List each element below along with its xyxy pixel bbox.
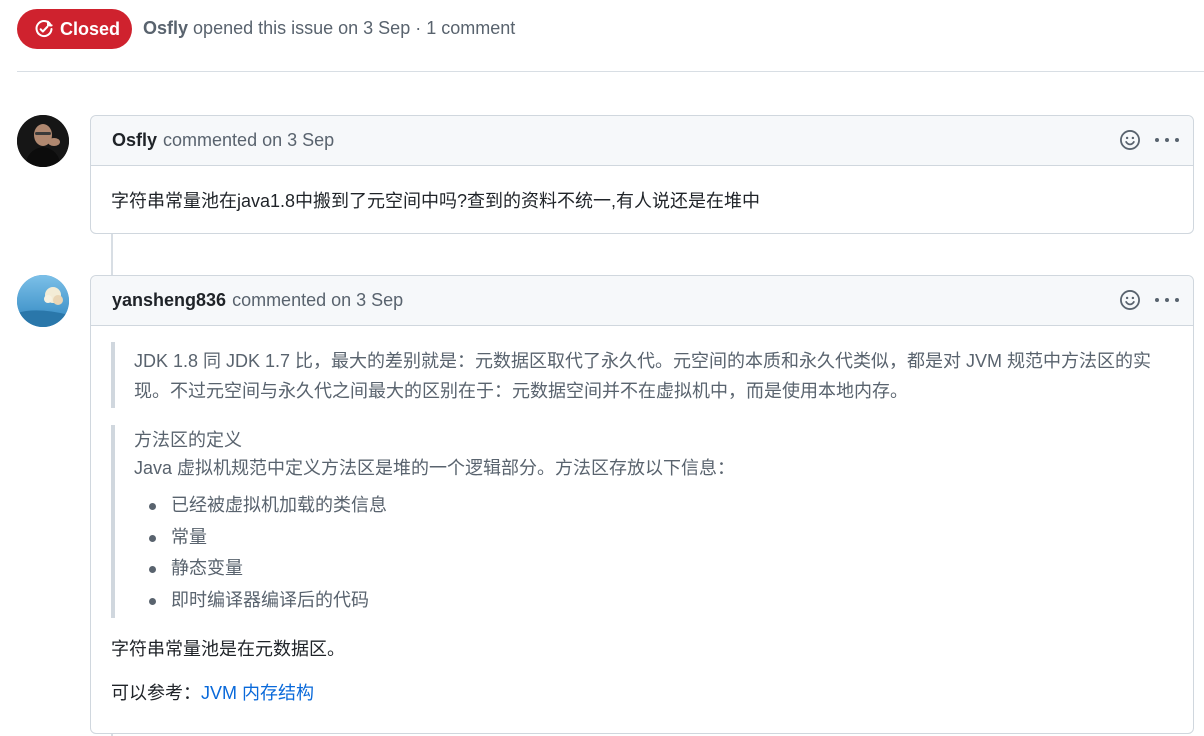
issue-author-link[interactable]: Osfly bbox=[143, 18, 188, 38]
comment-box: yansheng836 commented on 3 Sep JDK 1.8 同… bbox=[90, 275, 1194, 734]
avatar[interactable] bbox=[17, 115, 69, 167]
comment-timestamp[interactable]: commented on 3 Sep bbox=[232, 290, 403, 311]
blockquote: JDK 1.8 同 JDK 1.7 比，最大的差别就是：元数据区取代了永久代。元… bbox=[111, 342, 1173, 408]
issue-closed-icon bbox=[34, 19, 54, 39]
comment-author-link[interactable]: yansheng836 bbox=[112, 290, 226, 311]
quote-text: JDK 1.8 同 JDK 1.7 比，最大的差别就是：元数据区取代了永久代。元… bbox=[134, 351, 1152, 401]
quote-title: 方法区的定义 bbox=[134, 430, 242, 450]
kebab-horizontal-icon[interactable] bbox=[1155, 289, 1179, 311]
timeline-connector bbox=[111, 234, 113, 276]
comment-box: Osfly commented on 3 Sep 字符串常量池在java1.8中… bbox=[90, 115, 1194, 234]
issue-meta: Osfly opened this issue on 3 Sep · 1 com… bbox=[143, 18, 515, 39]
issue-opened-text: opened this issue on 3 Sep · 1 comment bbox=[193, 18, 516, 38]
comment-header: yansheng836 commented on 3 Sep bbox=[91, 276, 1193, 326]
quote-text: Java 虚拟机规范中定义方法区是堆的一个逻辑部分。方法区存放以下信息： bbox=[134, 458, 736, 478]
reference-link[interactable]: JVM 内存结构 bbox=[201, 683, 314, 703]
comment-header: Osfly commented on 3 Sep bbox=[91, 116, 1193, 166]
kebab-horizontal-icon[interactable] bbox=[1155, 129, 1179, 151]
comment-text: 字符串常量池在java1.8中搬到了元空间中吗?查到的资料不统一,有人说还是在堆… bbox=[111, 191, 761, 211]
blockquote: 方法区的定义 Java 虚拟机规范中定义方法区是堆的一个逻辑部分。方法区存放以下… bbox=[111, 425, 1173, 618]
comment-paragraph: 可以参考：JVM 内存结构 bbox=[111, 678, 1173, 708]
comment-paragraph: 字符串常量池是在元数据区。 bbox=[111, 639, 345, 659]
comment-timestamp[interactable]: commented on 3 Sep bbox=[163, 130, 334, 151]
smiley-icon[interactable] bbox=[1119, 129, 1141, 151]
comment-body: 字符串常量池在java1.8中搬到了元空间中吗?查到的资料不统一,有人说还是在堆… bbox=[91, 166, 1193, 216]
comment-body: JDK 1.8 同 JDK 1.7 比，最大的差别就是：元数据区取代了永久代。元… bbox=[91, 342, 1193, 708]
reference-prefix: 可以参考： bbox=[111, 683, 201, 703]
issue-state-label: Closed bbox=[60, 18, 121, 39]
smiley-icon[interactable] bbox=[1119, 289, 1141, 311]
list-item: 静态变量 bbox=[134, 553, 1173, 585]
header-divider bbox=[17, 71, 1204, 72]
avatar[interactable] bbox=[17, 275, 69, 327]
bullet-list: 已经被虚拟机加载的类信息 常量 静态变量 即时编译器编译后的代码 bbox=[134, 490, 1173, 616]
list-item: 即时编译器编译后的代码 bbox=[134, 585, 1173, 617]
list-item: 常量 bbox=[134, 522, 1173, 554]
issue-state-badge: Closed bbox=[17, 9, 132, 49]
list-item: 已经被虚拟机加载的类信息 bbox=[134, 490, 1173, 522]
comment-author-link[interactable]: Osfly bbox=[112, 130, 157, 151]
